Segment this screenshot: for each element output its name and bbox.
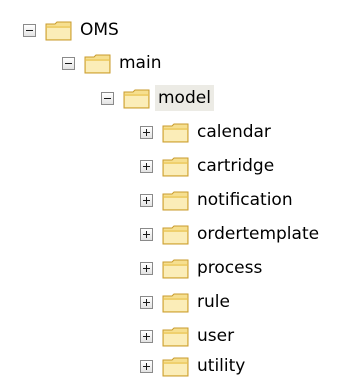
- tree-node-label[interactable]: calendar: [194, 119, 274, 145]
- tree-node-main[interactable]: main: [62, 48, 164, 78]
- folder-icon: [162, 191, 189, 211]
- tree-node-user[interactable]: user: [140, 321, 237, 351]
- folder-icon: [162, 357, 189, 377]
- folder-icon: [84, 54, 111, 74]
- folder-icon: [162, 293, 189, 313]
- tree-node-process[interactable]: process: [140, 253, 265, 283]
- tree-node-model[interactable]: model: [101, 83, 214, 113]
- folder-icon: [123, 89, 150, 109]
- tree-node-label-selected[interactable]: model: [155, 85, 214, 111]
- folder-icon: [162, 327, 189, 347]
- tree-node-label[interactable]: OMS: [77, 17, 122, 43]
- tree-node-calendar[interactable]: calendar: [140, 117, 274, 147]
- plus-expander-icon[interactable]: [140, 261, 153, 275]
- tree-node-ordertemplate[interactable]: ordertemplate: [140, 219, 322, 249]
- minus-expander-icon[interactable]: [23, 23, 36, 37]
- folder-icon: [162, 259, 189, 279]
- plus-expander-icon[interactable]: [140, 227, 153, 241]
- plus-expander-icon[interactable]: [140, 125, 153, 139]
- plus-expander-icon[interactable]: [140, 329, 153, 343]
- tree-node-cartridge[interactable]: cartridge: [140, 151, 277, 181]
- tree-node-label[interactable]: user: [194, 323, 237, 349]
- folder-icon: [162, 157, 189, 177]
- tree-node-label[interactable]: ordertemplate: [194, 221, 322, 247]
- tree-node-utility[interactable]: utility: [140, 351, 248, 381]
- plus-expander-icon[interactable]: [140, 159, 153, 173]
- folder-icon: [162, 225, 189, 245]
- tree-node-label[interactable]: notification: [194, 187, 296, 213]
- tree-node-label[interactable]: rule: [194, 289, 233, 315]
- tree-node-label[interactable]: process: [194, 255, 265, 281]
- tree-node-notification[interactable]: notification: [140, 185, 296, 215]
- folder-icon: [162, 123, 189, 143]
- plus-expander-icon[interactable]: [140, 295, 153, 309]
- tree-node-rule[interactable]: rule: [140, 287, 233, 317]
- folder-tree: OMS main model calendar cartridge notifi…: [0, 0, 360, 383]
- minus-expander-icon[interactable]: [62, 56, 75, 70]
- plus-expander-icon[interactable]: [140, 359, 153, 373]
- tree-node-label[interactable]: cartridge: [194, 153, 277, 179]
- tree-node-oms[interactable]: OMS: [23, 15, 122, 45]
- tree-node-label[interactable]: utility: [194, 353, 248, 379]
- tree-node-label[interactable]: main: [116, 50, 164, 76]
- minus-expander-icon[interactable]: [101, 91, 114, 105]
- folder-icon: [45, 21, 72, 41]
- plus-expander-icon[interactable]: [140, 193, 153, 207]
